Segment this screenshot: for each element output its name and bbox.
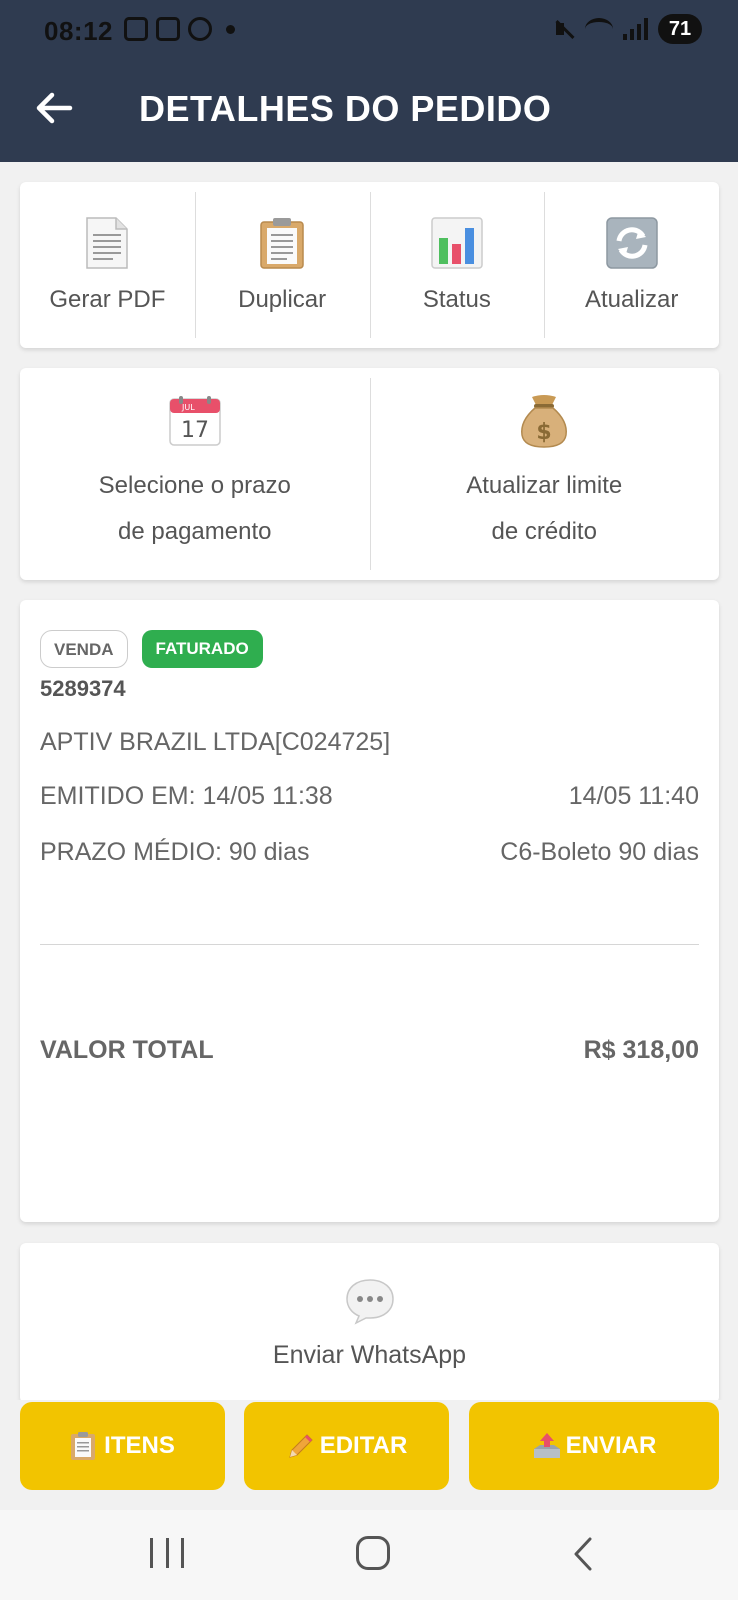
outbox-tray-icon: [532, 1431, 560, 1461]
calendar-day: 17: [181, 418, 209, 443]
order-status-badge: FATURADO: [141, 630, 263, 668]
pdf-document-icon: [81, 216, 133, 270]
calendar-notification-icon: [156, 17, 180, 41]
app-header: DETALHES DO PEDIDO: [0, 70, 738, 150]
divider: [40, 944, 699, 945]
system-icons: 71: [553, 14, 702, 44]
duplicar-button[interactable]: Duplicar: [194, 182, 370, 348]
money-bag-icon: $: [516, 393, 572, 449]
enviar-button[interactable]: ENVIAR: [469, 1402, 719, 1490]
status-bar: 08:12 71: [0, 0, 738, 62]
whatsapp-label: Enviar WhatsApp: [272, 1340, 467, 1369]
whatsapp-card: Enviar WhatsApp: [20, 1243, 719, 1403]
order-badges: VENDA FATURADO: [40, 630, 263, 668]
limite-label-line2: de crédito: [491, 518, 597, 545]
order-details-card: VENDA FATURADO 5289374 APTIV BRAZIL LTDA…: [20, 600, 719, 1222]
order-type-badge: VENDA: [40, 630, 128, 668]
recent-apps-icon[interactable]: [150, 1538, 184, 1568]
total-value: R$ 318,00: [583, 1036, 699, 1064]
emitido-label: EMITIDO EM: 14/05 11:38: [40, 782, 333, 810]
atualizar-button[interactable]: Atualizar: [544, 182, 719, 348]
atualizar-limite-button[interactable]: $ Atualizar limite de crédito: [369, 368, 720, 580]
total-row: VALOR TOTAL R$ 318,00: [40, 1036, 699, 1065]
more-notifications-dot-icon: [226, 24, 235, 34]
clipboard-icon: [256, 216, 308, 270]
speech-bubble-icon: [345, 1277, 395, 1325]
gerar-pdf-label: Gerar PDF: [49, 286, 166, 313]
bottom-action-bar: ITENS EDITAR ENVIAR: [0, 1400, 738, 1510]
enviar-whatsapp-button[interactable]: Enviar WhatsApp: [20, 1243, 719, 1403]
status-time: 08:12: [44, 16, 113, 46]
wifi-icon: [585, 18, 613, 40]
editar-label: EDITAR: [319, 1432, 408, 1459]
bar-chart-icon: [431, 216, 483, 270]
payment-card: JUL 17 Selecione o prazo de pagamento $ …: [20, 368, 719, 580]
system-navigation-bar: [0, 1510, 738, 1600]
gerar-pdf-button[interactable]: Gerar PDF: [20, 182, 195, 348]
notification-icons: [124, 17, 235, 41]
clipboard-icon: [70, 1431, 98, 1461]
page-title: DETALHES DO PEDIDO: [139, 88, 552, 129]
order-number: 5289374: [40, 676, 126, 701]
client-name: APTIV BRAZIL LTDA[C024725]: [40, 728, 391, 756]
duplicar-label: Duplicar: [238, 286, 327, 313]
payment-method: C6-Boleto 90 dias: [500, 838, 699, 866]
atualizar-label: Atualizar: [584, 286, 679, 313]
prazo-row: PRAZO MÉDIO: 90 dias C6-Boleto 90 dias: [40, 838, 699, 867]
status-label: Status: [422, 286, 491, 313]
itens-label: ITENS: [104, 1432, 175, 1459]
signal-icon: [623, 18, 648, 40]
editar-button[interactable]: EDITAR: [244, 1402, 449, 1490]
prazo-medio-label: PRAZO MÉDIO: 90 dias: [40, 838, 310, 866]
pencil-icon: [286, 1431, 314, 1461]
status-button[interactable]: Status: [369, 182, 545, 348]
actions-card: Gerar PDF Duplicar Status Atualizar: [20, 182, 719, 348]
calendar-icon: JUL 17: [167, 393, 223, 449]
itens-button[interactable]: ITENS: [20, 1402, 225, 1490]
client-row: APTIV BRAZIL LTDA[C024725]: [40, 728, 699, 757]
limite-label-line1: Atualizar limite: [466, 472, 623, 499]
battery-indicator: 71: [658, 14, 702, 44]
heart-icon: [188, 17, 212, 41]
refresh-icon: [605, 216, 658, 270]
svg-text:$: $: [537, 420, 552, 445]
emitido-row: EMITIDO EM: 14/05 11:38 14/05 11:40: [40, 782, 699, 811]
calendar-month: JUL: [181, 403, 195, 412]
back-arrow-icon[interactable]: [34, 88, 74, 128]
selecionar-prazo-button[interactable]: JUL 17 Selecione o prazo de pagamento: [20, 368, 370, 580]
nav-back-icon[interactable]: [568, 1536, 598, 1572]
prazo-label-line2: de pagamento: [118, 518, 272, 545]
enviar-label: ENVIAR: [565, 1432, 657, 1459]
home-icon[interactable]: [356, 1536, 390, 1570]
total-label: VALOR TOTAL: [40, 1036, 214, 1064]
top-bar: 08:12 71 DETALHES DO PEDIDO: [0, 0, 738, 162]
mute-icon: [553, 18, 575, 40]
emitido-right-time: 14/05 11:40: [568, 782, 699, 810]
screenshot-icon: [124, 17, 148, 41]
prazo-label-line1: Selecione o prazo: [98, 472, 291, 499]
